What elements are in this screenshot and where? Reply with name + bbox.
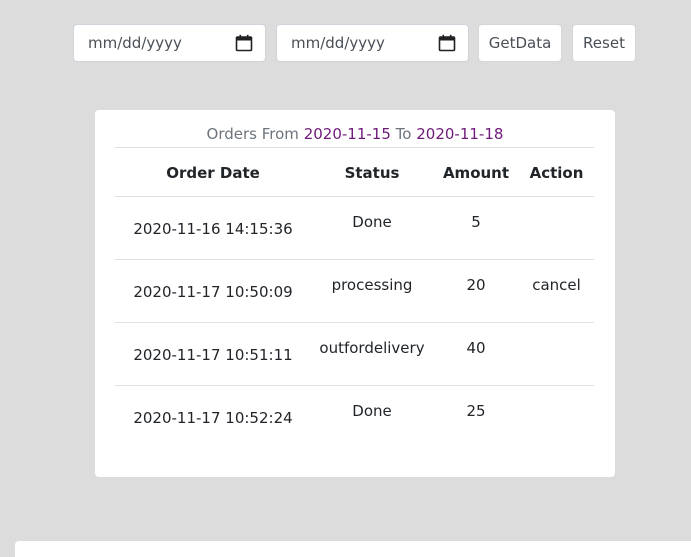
amount-cell: 20 [466, 276, 486, 294]
reset-button[interactable]: Reset [572, 24, 636, 62]
amount-cell: 40 [466, 339, 486, 357]
from-date-input[interactable]: mm/dd/yyyy [73, 24, 266, 62]
order-date-cell: 2020-11-16 14:15:36 [133, 220, 293, 238]
order-date-cell: 2020-11-17 10:50:09 [133, 283, 293, 301]
from-date-placeholder: mm/dd/yyyy [88, 34, 182, 52]
calendar-icon[interactable] [235, 34, 253, 52]
status-cell: Done [352, 213, 392, 231]
column-header-order-date: Order Date [166, 164, 260, 182]
bottom-panel [15, 541, 691, 557]
cancel-order-link[interactable]: cancel [519, 276, 594, 294]
to-date-input[interactable]: mm/dd/yyyy [276, 24, 469, 62]
orders-caption: Orders From 2020-11-15 To 2020-11-18 [95, 125, 615, 143]
column-header-action: Action [529, 164, 584, 182]
status-cell: outfordelivery [319, 339, 425, 357]
to-date-placeholder: mm/dd/yyyy [291, 34, 385, 52]
row-divider [115, 385, 594, 386]
row-divider [115, 322, 594, 323]
order-date-cell: 2020-11-17 10:51:11 [133, 346, 293, 364]
order-date-cell: 2020-11-17 10:52:24 [133, 409, 293, 427]
table-top-divider [115, 147, 594, 148]
header-divider [115, 196, 594, 197]
caption-to-date: 2020-11-18 [416, 125, 504, 143]
amount-cell: 5 [471, 213, 481, 231]
status-cell: Done [352, 402, 392, 420]
column-header-status: Status [344, 164, 400, 182]
amount-cell: 25 [466, 402, 486, 420]
column-header-amount: Amount [442, 164, 510, 182]
calendar-icon[interactable] [438, 34, 456, 52]
caption-from-date: 2020-11-15 [303, 125, 391, 143]
orders-card: Orders From 2020-11-15 To 2020-11-18 Ord… [95, 110, 615, 477]
caption-prefix: Orders From [206, 125, 299, 143]
get-data-button[interactable]: GetData [478, 24, 562, 62]
row-divider [115, 259, 594, 260]
caption-mid: To [395, 125, 412, 143]
status-cell: processing [331, 276, 413, 294]
